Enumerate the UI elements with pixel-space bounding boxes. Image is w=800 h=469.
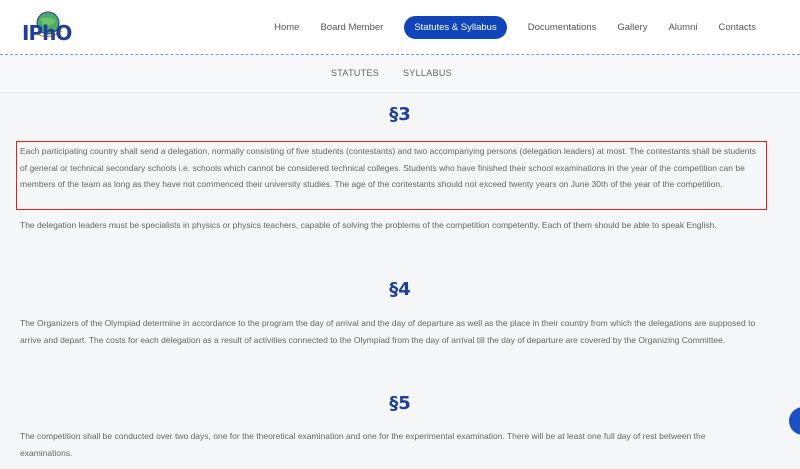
nav-home[interactable]: Home	[274, 16, 299, 39]
section-title-4: §4	[389, 279, 411, 300]
sub-nav: STATUTES SYLLABUS	[0, 55, 800, 93]
ipho-logo[interactable]: IPhO	[18, 9, 72, 45]
subnav-statutes[interactable]: STATUTES	[331, 68, 379, 78]
nav-gallery[interactable]: Gallery	[617, 16, 647, 39]
section-3-paragraph-2: The delegation leaders must be specialis…	[20, 220, 717, 230]
highlight-box	[16, 141, 767, 210]
logo-text: IPhO	[22, 21, 72, 45]
nav-board-member[interactable]: Board Member	[320, 16, 383, 39]
section-title-3: §3	[389, 104, 411, 125]
site-header: IPhO Home Board Member Statutes & Syllab…	[0, 0, 800, 55]
nav-alumni[interactable]: Alumni	[668, 16, 697, 39]
section-5-paragraph-1: The competition shall be conducted over …	[20, 431, 706, 458]
nav-documentations[interactable]: Documentations	[528, 16, 597, 39]
section-4-paragraph-1: The Organizers of the Olympiad determine…	[20, 318, 756, 345]
nav-contacts[interactable]: Contacts	[719, 16, 757, 39]
subnav-syllabus[interactable]: SYLLABUS	[403, 68, 452, 78]
nav-statutes-syllabus[interactable]: Statutes & Syllabus	[404, 16, 507, 39]
main-nav: Home Board Member Statutes & Syllabus Do…	[253, 16, 756, 39]
section-title-5: §5	[389, 393, 411, 414]
